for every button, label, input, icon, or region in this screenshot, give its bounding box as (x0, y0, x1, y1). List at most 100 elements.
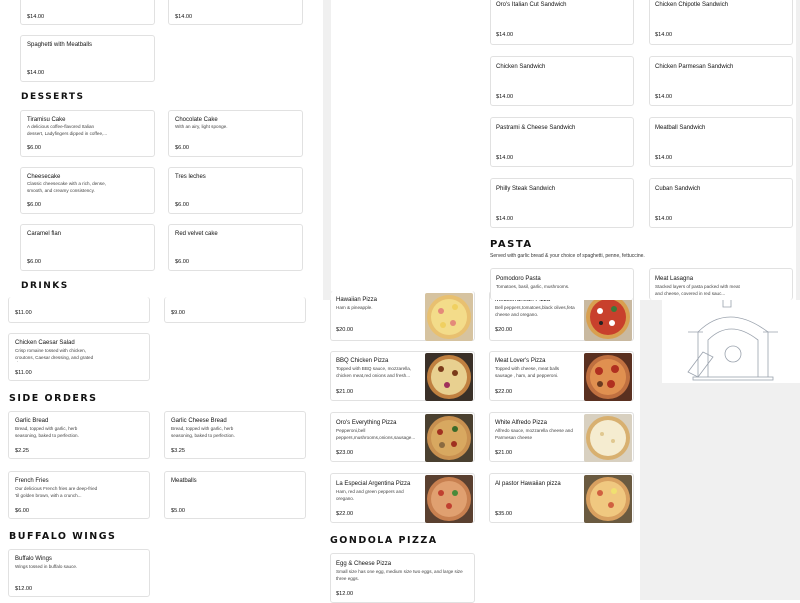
item-desc: Tomatoes, basil, garlic, mushrooms. (496, 284, 570, 289)
item-name: French Fries (15, 478, 49, 484)
card-la-especial-argentina-pizza[interactable]: La Especial Argentina Pizza Ham, red and… (330, 473, 475, 523)
card-top-mid[interactable]: $14.00 (168, 0, 303, 25)
item-name: Chicken Caesar Salad (15, 340, 75, 346)
price: $35.00 (495, 511, 513, 517)
price: $6.00 (27, 202, 41, 208)
item-name: Chicken Parmesan Sandwich (655, 64, 734, 70)
card-chicken-chipotle[interactable]: Chicken Chipotle Sandwich $14.00 (649, 0, 793, 45)
price: $14.00 (496, 32, 514, 38)
item-desc: Bread, topped with garlic, herb seasonin… (171, 426, 235, 438)
section-heading-pasta: PASTA (490, 239, 533, 250)
card-drink-2[interactable]: $9.00 (164, 297, 306, 323)
item-name: Hawaiian Pizza (336, 297, 378, 303)
card-drink-1[interactable]: $11.00 (8, 297, 150, 323)
card-garlic-bread[interactable]: Garlic Bread Bread, topped with garlic, … (8, 411, 150, 459)
item-name: Meatball Sandwich (655, 125, 706, 131)
item-name: Pomodoro Pasta (496, 276, 541, 282)
card-garlic-cheese-bread[interactable]: Garlic Cheese Bread Bread, topped with g… (164, 411, 306, 459)
card-red-velvet[interactable]: Red velvet cake $6.00 (168, 224, 303, 271)
item-name: Pastrami & Cheese Sandwich (496, 125, 576, 131)
card-spaghetti[interactable]: Spaghetti with Meatballs $14.00 (20, 35, 155, 82)
price: $5.00 (171, 508, 185, 514)
item-name: Garlic Cheese Bread (171, 418, 227, 424)
price: $3.25 (171, 448, 185, 454)
item-desc: Wings tossed in buffalo sauce. (15, 564, 78, 569)
item-name: Al pastor Hawaiian pizza (495, 481, 561, 487)
item-name: Meat Lasagna (655, 276, 694, 282)
card-buffalo-wings[interactable]: Buffalo Wings Wings tossed in buffalo sa… (8, 549, 150, 597)
card-white-alfredo-pizza[interactable]: White Alfredo Pizza Alfredo sauce, mozza… (489, 412, 634, 462)
price: $6.00 (175, 202, 189, 208)
item-desc: Our delicious French fries are deep-frie… (15, 486, 98, 498)
item-desc: Topped with cheese, meat balls sausage ,… (495, 366, 560, 378)
card-philly-steak[interactable]: Philly Steak Sandwich $14.00 (490, 178, 634, 228)
placeholder-strip (796, 0, 800, 300)
item-name: Garlic Bread (15, 418, 49, 424)
card-caramel-flan[interactable]: Caramel flan $6.00 (20, 224, 155, 271)
card-cheesecake[interactable]: Cheesecake Classic cheesecake with a ric… (20, 167, 155, 214)
price: $14.00 (27, 14, 45, 20)
section-desc-pasta: Served with garlic bread & your choice o… (490, 253, 645, 259)
card-tres-leches[interactable]: Tres leches $6.00 (168, 167, 303, 214)
card-meatballs[interactable]: Meatballs $5.00 (164, 471, 306, 519)
item-name: Tiramisu Cake (27, 117, 66, 123)
price: $2.25 (15, 448, 29, 454)
price: $6.00 (27, 145, 41, 151)
placeholder-strip (323, 0, 331, 300)
item-name: Meat Lover's Pizza (495, 358, 546, 364)
card-bbq-chicken-pizza[interactable]: BBQ Chicken Pizza Topped with BBQ sauce,… (330, 351, 475, 401)
price: $14.00 (655, 155, 673, 161)
section-heading-side-orders: SIDE ORDERS (9, 393, 98, 404)
card-caesar-salad[interactable]: Chicken Caesar Salad Crisp romaine tosse… (8, 333, 150, 381)
item-desc: Ham, red and green peppers and oregano. (336, 489, 404, 501)
card-meatball-sandwich[interactable]: Meatball Sandwich $14.00 (649, 117, 793, 167)
price: $6.00 (175, 145, 189, 151)
item-name: Cuban Sandwich (655, 186, 701, 192)
card-meat-lasagna[interactable]: Meat Lasagna Stacked layers of pasta pac… (649, 268, 793, 300)
price: $6.00 (15, 508, 29, 514)
item-name: Egg & Cheese Pizza (336, 561, 392, 567)
item-desc: Pepperoni,bell peppers,mushrooms,onions,… (336, 428, 416, 440)
pizza-photo (425, 414, 473, 462)
pizza-photo (425, 293, 473, 341)
section-heading-buffalo-wings: BUFFALO WINGS (9, 531, 117, 542)
item-name: Spaghetti with Meatballs (27, 42, 93, 48)
item-name: Oro's Italian Cut Sandwich (496, 2, 567, 8)
price: $9.00 (171, 310, 185, 316)
price: $12.00 (336, 591, 354, 597)
price: $14.00 (655, 94, 673, 100)
card-chicken-sandwich[interactable]: Chicken Sandwich $14.00 (490, 56, 634, 106)
card-oros-everything-pizza[interactable]: Oro's Everything Pizza Pepperoni,bell pe… (330, 412, 475, 462)
card-chicken-parmesan[interactable]: Chicken Parmesan Sandwich $14.00 (649, 56, 793, 106)
card-pomodoro-pasta[interactable]: Pomodoro Pasta Tomatoes, basil, garlic, … (490, 268, 634, 300)
item-name: Oro's Everything Pizza (336, 420, 397, 426)
card-chocolate-cake[interactable]: Chocolate Cake With an airy, light spong… (168, 110, 303, 157)
card-meat-lovers-pizza[interactable]: Meat Lover's Pizza Topped with cheese, m… (489, 351, 634, 401)
price: $11.00 (15, 370, 32, 376)
price: $14.00 (655, 32, 673, 38)
card-egg-cheese-pizza[interactable]: Egg & Cheese Pizza Small size has one eg… (330, 553, 475, 603)
pizza-photo (584, 353, 632, 401)
card-oros-italian-cut[interactable]: Oro's Italian Cut Sandwich $14.00 (490, 0, 634, 45)
section-heading-drinks: DRINKS (21, 281, 69, 291)
card-french-fries[interactable]: French Fries Our delicious French fries … (8, 471, 150, 519)
item-name: White Alfredo Pizza (495, 420, 548, 426)
item-name: Buffalo Wings (15, 556, 52, 562)
card-hawaiian-pizza[interactable]: Hawaiian Pizza Ham & pineapple. $20.00 (330, 291, 475, 341)
price: $20.00 (495, 327, 513, 333)
price: $14.00 (175, 14, 193, 20)
price: $23.00 (336, 450, 354, 456)
price: $14.00 (496, 94, 514, 100)
card-al-pastor-hawaiian-pizza[interactable]: Al pastor Hawaiian pizza $35.00 (489, 473, 634, 523)
card-cuban-sandwich[interactable]: Cuban Sandwich $14.00 (649, 178, 793, 228)
item-desc: Bread, topped with garlic, herb seasonin… (15, 426, 79, 438)
item-desc: Classic cheesecake with a rich, dense, s… (27, 181, 106, 193)
price: $22.00 (495, 389, 513, 395)
card-tiramisu[interactable]: Tiramisu Cake A delicious coffee-flavore… (20, 110, 155, 157)
item-desc: With an airy, light sponge. (175, 124, 228, 129)
card-pastrami-cheese[interactable]: Pastrami & Cheese Sandwich $14.00 (490, 117, 634, 167)
price: $20.00 (336, 327, 354, 333)
card-top-left[interactable]: $14.00 (20, 0, 155, 25)
pizza-photo (584, 293, 632, 341)
item-desc: Bell peppers,tomatoes,black olives,feta … (495, 305, 575, 317)
